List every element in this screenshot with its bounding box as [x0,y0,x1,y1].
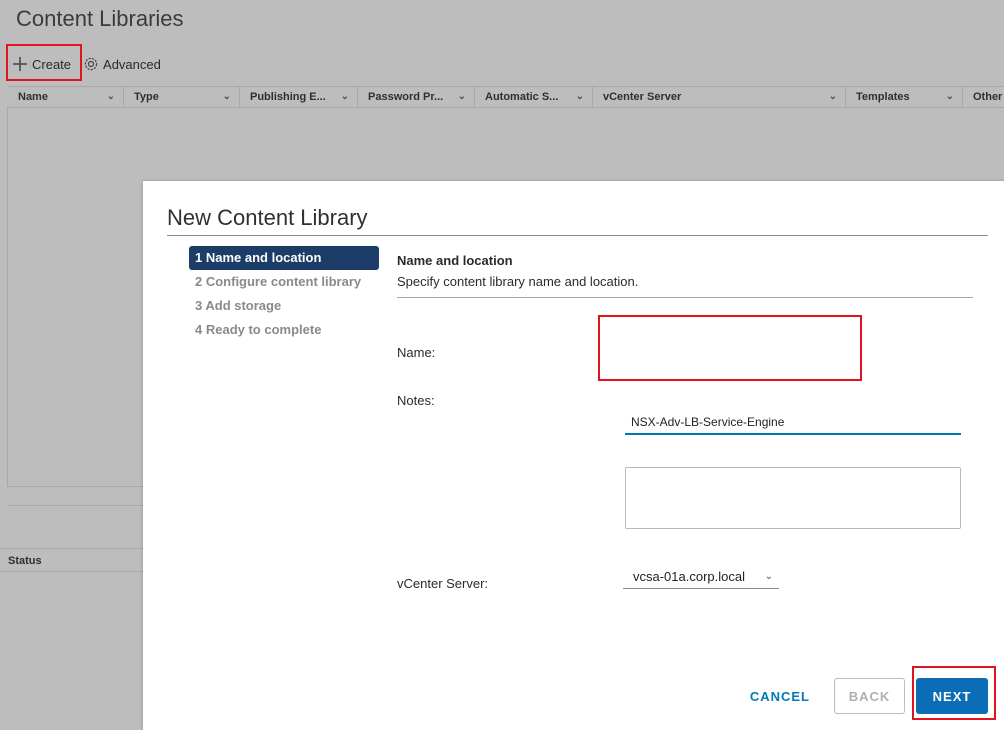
name-input[interactable] [625,411,961,435]
vcenter-select-value: vcsa-01a.corp.local [633,569,745,584]
vcenter-select[interactable]: vcsa-01a.corp.local ⌄ [623,567,779,589]
dialog-footer: CANCEL BACK NEXT [734,678,988,714]
column-header[interactable]: Type ⌄ [124,87,240,107]
step-name-and-location[interactable]: 1 Name and location [189,246,379,270]
advanced-button[interactable]: Advanced [79,52,165,76]
column-label: Name [18,91,48,103]
chevron-down-icon: ⌄ [828,91,837,102]
advanced-label: Advanced [103,56,161,72]
status-header: Status [0,548,144,572]
page-title: Content Libraries [16,6,184,31]
vcenter-label: vCenter Server: [397,576,489,591]
dialog-title: New Content Library [167,205,368,230]
chevron-down-icon: ⌄ [457,91,466,102]
name-highlight-box [598,315,862,381]
grid-header: Name ⌄ Type ⌄ Publishing E... ⌄ Password Pr… [8,86,1004,108]
column-label: Publishing E... [250,91,326,103]
cancel-button[interactable]: CANCEL [734,678,826,714]
notes-label: Notes: [397,393,435,408]
column-label: Password Pr... [368,91,444,103]
grid-body [7,106,148,487]
divider [167,235,988,236]
step-add-storage[interactable]: 3 Add storage [189,294,379,318]
step-ready-to-complete[interactable]: 4 Ready to complete [189,318,379,342]
column-header[interactable]: Automatic S... ⌄ [475,87,593,107]
column-label: Other [973,91,1003,103]
divider [397,297,973,298]
notes-field[interactable] [625,467,961,529]
toolbar: Create Advanced [8,50,165,78]
chevron-down-icon: ⌄ [222,91,231,102]
step-content: Name and location Specify content librar… [397,253,973,591]
wizard-steps: 1 Name and location 2 Configure content … [189,246,379,342]
column-header[interactable]: Templates ⌄ [846,87,963,107]
gear-icon [83,56,99,72]
step-configure-content-library[interactable]: 2 Configure content library [189,270,379,294]
chevron-down-icon: ⌄ [106,91,115,102]
column-header[interactable]: Publishing E... ⌄ [240,87,358,107]
create-button[interactable]: Create [8,52,75,76]
next-button[interactable]: NEXT [916,678,988,714]
column-label: Type [134,91,159,103]
column-header[interactable]: vCenter Server ⌄ [593,87,846,107]
chevron-down-icon: ⌄ [575,91,584,102]
name-label: Name: [397,345,436,360]
column-header[interactable]: Name ⌄ [8,87,124,107]
column-header[interactable]: Password Pr... ⌄ [358,87,475,107]
column-label: Templates [856,91,910,103]
section-description: Specify content library name and locatio… [397,274,639,289]
plus-icon [12,56,28,72]
chevron-down-icon: ⌄ [764,571,773,582]
section-title: Name and location [397,253,513,268]
new-content-library-dialog: New Content Library 1 Name and location … [143,181,1004,730]
column-label: Automatic S... [485,91,559,103]
chevron-down-icon: ⌄ [340,91,349,102]
create-label: Create [32,56,72,72]
divider [7,505,144,506]
chevron-down-icon: ⌄ [945,91,954,102]
back-button[interactable]: BACK [834,678,905,714]
column-header[interactable]: Other [963,87,1004,107]
column-label: vCenter Server [603,91,682,103]
